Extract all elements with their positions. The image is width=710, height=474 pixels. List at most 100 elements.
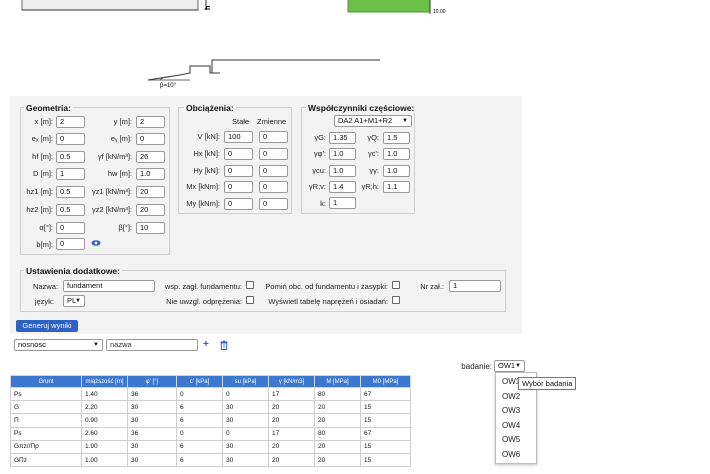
geom-input[interactable]: 0.5	[56, 186, 85, 198]
geom-input[interactable]: 0.5	[56, 151, 85, 163]
k-input[interactable]: 1	[329, 197, 356, 209]
table-cell: 20	[268, 400, 315, 415]
factor-label: γR;h:	[361, 182, 379, 191]
load-variable-input[interactable]: 0	[259, 165, 288, 177]
load-static-input[interactable]: 0	[224, 198, 253, 210]
axis-tick-label: 10.00	[433, 9, 446, 15]
load-static-input[interactable]: 0	[224, 165, 253, 177]
trash-icon[interactable]	[220, 340, 228, 350]
table-cell: 20	[314, 413, 361, 428]
attachment-input[interactable]: 1	[449, 280, 501, 292]
geom-input[interactable]: 2	[56, 116, 85, 128]
study-label: badanie:	[461, 362, 492, 371]
add-icon[interactable]: +	[203, 340, 209, 350]
opt2-checkbox[interactable]	[392, 281, 400, 289]
table-cell: 20	[268, 413, 315, 428]
load-label: My [kNm]:	[186, 199, 220, 208]
approach-value: DA2 A1+M1+R2	[338, 116, 393, 125]
name-filter-input[interactable]: nazwa	[106, 339, 198, 351]
table-row: Ps 1.40 36 0 0 17 80 67	[10, 386, 411, 402]
table-cell: 0	[222, 426, 269, 441]
load-static-input[interactable]: 0	[224, 148, 253, 160]
factor-label: γcu:	[312, 166, 326, 175]
geom-input[interactable]: 0	[56, 222, 85, 234]
opt4-checkbox[interactable]	[392, 296, 400, 304]
opt1-checkbox[interactable]	[246, 281, 254, 289]
opt-label: Wyświetl tabelę naprężeń i osiadań:	[268, 297, 388, 306]
geom-input[interactable]: 2	[136, 116, 165, 128]
geom-input[interactable]: 10	[136, 222, 165, 234]
geom-input[interactable]: 0.5	[56, 204, 85, 216]
table-cell: 6	[176, 413, 223, 428]
geom-input[interactable]: 26	[136, 151, 165, 163]
col-header: miąższość [m]	[81, 375, 128, 388]
chevron-down-icon: ▼	[515, 363, 521, 369]
opt-label: Nie uwzgl. odprężenia:	[166, 297, 242, 306]
factor-input[interactable]: 1.5	[383, 132, 410, 144]
factor-input[interactable]: 1.1	[383, 181, 410, 193]
geom-input[interactable]: 1	[56, 168, 85, 180]
name-input[interactable]: fundament	[63, 280, 155, 292]
chevron-down-icon: ▼	[402, 118, 408, 124]
geom-input[interactable]: 20	[136, 204, 165, 216]
load-variable-input[interactable]: 0	[259, 131, 288, 143]
table-cell: 15	[360, 413, 411, 428]
factor-input[interactable]: 1.4	[329, 181, 356, 193]
table-cell: Π	[10, 413, 82, 428]
factor-input[interactable]: 1.0	[383, 148, 410, 160]
factors-title: Współczynniki częściowe:	[306, 103, 417, 113]
study-select[interactable]: OW1 ▼	[494, 360, 525, 372]
table-cell: 20	[314, 452, 361, 468]
table-row: GΠz 1.00 30 6 30 20 20 15	[10, 452, 411, 468]
table-cell: 15	[360, 439, 411, 454]
table-cell: Ps	[10, 386, 82, 402]
load-static-input[interactable]: 100	[224, 131, 253, 143]
result-type-select[interactable]: nosnosc ▼	[14, 339, 103, 351]
geometry-title: Geometria:	[24, 103, 73, 113]
table-cell: 30	[127, 413, 177, 428]
name-filter-placeholder: nazwa	[110, 340, 132, 349]
factor-input[interactable]: 1.0	[329, 165, 356, 177]
geom-label: γz2 [kN/m³]:	[91, 205, 132, 214]
load-static-input[interactable]: 0	[224, 181, 253, 193]
study-option[interactable]: OW5	[502, 435, 520, 444]
generate-results-button[interactable]: Generuj wyniki	[16, 320, 78, 332]
factor-input[interactable]: 1.35	[329, 132, 356, 144]
load-variable-input[interactable]: 0	[259, 148, 288, 160]
geom-input[interactable]: 0	[56, 133, 85, 145]
factor-label: γQ:	[367, 133, 379, 142]
table-cell: G	[10, 400, 82, 415]
load-variable-input[interactable]: 0	[259, 198, 288, 210]
table-cell: 80	[314, 386, 361, 402]
chevron-down-icon: ▼	[75, 298, 81, 304]
factor-input[interactable]: 1.0	[329, 148, 356, 160]
table-cell: 6	[176, 452, 223, 468]
geom-label: b[m]:	[36, 240, 53, 249]
factor-input[interactable]: 1.0	[383, 165, 410, 177]
table-cell: 20	[268, 452, 315, 468]
geom-input[interactable]: 0	[136, 133, 165, 145]
eye-icon[interactable]	[91, 239, 101, 247]
geom-input[interactable]: 1.0	[136, 168, 165, 180]
opt3-checkbox[interactable]	[246, 296, 254, 304]
geom-input[interactable]: 20	[136, 186, 165, 198]
load-variable-input[interactable]: 0	[259, 181, 288, 193]
study-option[interactable]: OW3	[502, 406, 520, 415]
study-option[interactable]: OW6	[502, 450, 520, 459]
foundation-outline	[21, 0, 199, 11]
geom-input[interactable]: 0	[56, 238, 85, 250]
table-cell: 2.20	[81, 400, 128, 415]
study-option[interactable]: OW2	[502, 392, 520, 401]
table-cell: 67	[360, 426, 411, 441]
col-header: Grunt	[10, 375, 82, 388]
geom-label: hz2 [m]:	[26, 205, 53, 214]
col-header: M0 [MPa]	[360, 375, 411, 388]
table-cell: 0	[222, 386, 269, 402]
geom-label: hw [m]:	[107, 169, 132, 178]
table-cell: 30	[127, 439, 177, 454]
study-option[interactable]: OW4	[502, 421, 520, 430]
table-cell: 20	[268, 439, 315, 454]
language-select[interactable]: PL ▼	[63, 295, 85, 307]
approach-select[interactable]: DA2 A1+M1+R2 ▼	[334, 115, 412, 127]
opt-label: wsp. zagł. fundamentu:	[164, 282, 242, 291]
